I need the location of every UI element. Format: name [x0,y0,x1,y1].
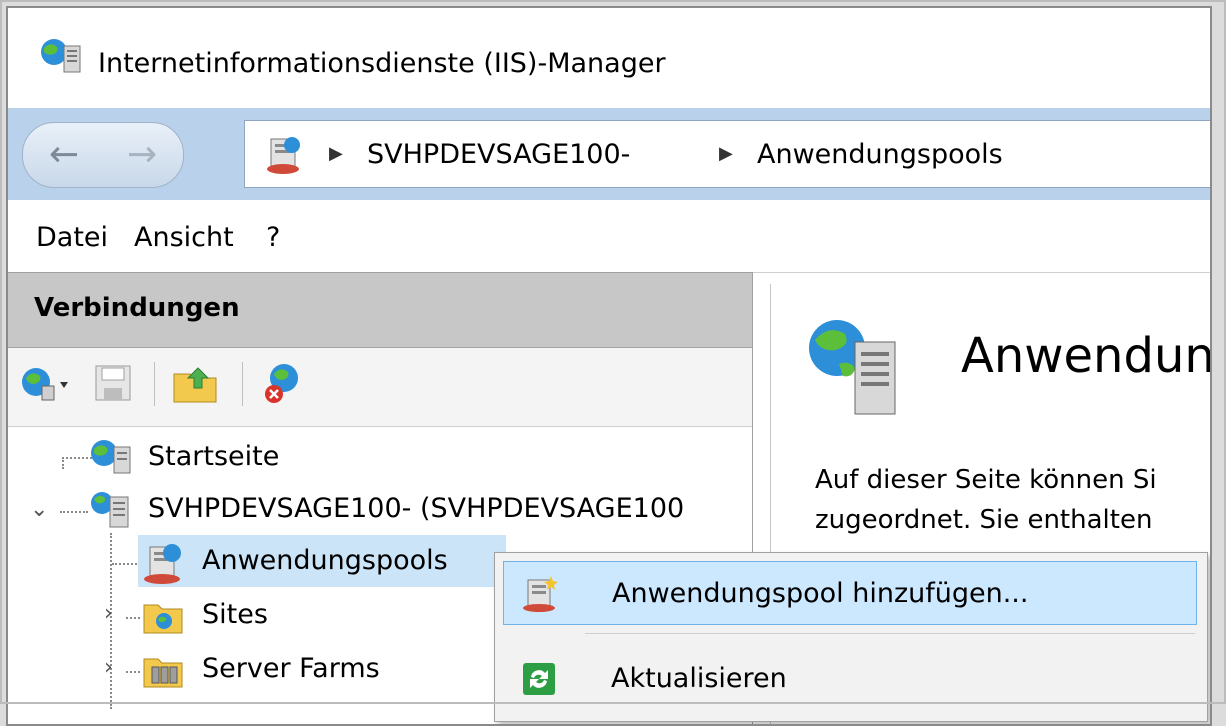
description-line: Auf dieser Seite können Si [815,465,1157,495]
page-title: Anwendun [961,328,1212,384]
menu-bar: Datei Ansicht ? [8,200,1210,273]
address-bar: ← → ▶ SVHPDEVSAGE100- ▶ Anwendungspools [8,108,1210,200]
menu-item-refresh[interactable]: Aktualisieren [503,647,1197,711]
nav-buttons: ← → [22,122,184,188]
connections-title: Verbindungen [34,293,240,323]
refresh-icon [523,663,555,695]
description-line: zugeordnet. Sie enthalten [815,505,1153,535]
breadcrumb-app-pools[interactable]: Anwendungspools [757,139,1003,170]
sites-folder-icon [143,604,183,634]
address-field[interactable]: ▶ SVHPDEVSAGE100- ▶ Anwendungspools [244,120,1210,188]
tree-item-label: Anwendungspools [202,545,448,576]
back-arrow-icon[interactable]: ← [49,135,79,175]
connections-header: Verbindungen [8,273,752,348]
toolbar-divider [242,362,243,406]
server-farms-icon [143,658,183,688]
folder-up-icon[interactable] [168,360,224,406]
tree-guide [60,511,88,513]
tree-item-label: Sites [202,599,268,630]
add-app-pool-icon [523,576,558,612]
tree-item-app-pools[interactable]: Anwendungspools [140,537,506,587]
expand-chevron-icon[interactable]: › [104,601,113,626]
start-page-icon [91,440,131,474]
server-icon [91,492,129,528]
iis-app-icon [41,39,81,73]
menu-item-add-app-pool[interactable]: Anwendungspool hinzufügen... [503,561,1197,625]
tree-guide [126,671,140,673]
tree-guide [62,457,64,469]
save-icon[interactable] [90,360,136,406]
menu-help[interactable]: ? [266,222,280,253]
disconnect-icon[interactable] [258,360,314,406]
tree-guide [112,563,140,565]
tree-item-label: SVHPDEVSAGE100- (SVHPDEVSAGE100 [148,493,685,524]
app-pools-large-icon [809,320,896,415]
tree-item-sites[interactable]: Sites [140,591,440,641]
tree-item-server[interactable]: SVHPDEVSAGE100- (SVHPDEVSAGE100 [88,485,752,535]
tree-item-label: Startseite [148,441,280,472]
iis-manager-window: Internetinformationsdienste (IIS)-Manage… [6,6,1212,726]
tree-item-label: Server Farms [202,653,380,684]
menu-item-label: Aktualisieren [611,663,787,694]
tree-item-startseite[interactable]: Startseite [88,433,488,483]
tree-item-server-farms[interactable]: Server Farms [140,645,440,695]
title-bar: Internetinformationsdienste (IIS)-Manage… [8,8,1210,108]
app-pool-icon [267,137,300,174]
context-menu: Anwendungspool hinzufügen... Aktualisier… [494,552,1208,722]
breadcrumb-separator: ▶ [329,143,343,164]
connect-globe-icon[interactable] [18,360,70,406]
menu-item-label: Anwendungspool hinzufügen... [612,578,1029,609]
breadcrumb-server[interactable]: SVHPDEVSAGE100- [367,139,630,170]
connections-toolbar [8,348,752,427]
expand-chevron-icon[interactable]: › [104,655,113,680]
tree-guide [126,617,140,619]
app-pool-icon [144,544,181,584]
menu-separator [585,633,1195,634]
menu-view[interactable]: Ansicht [134,222,234,253]
menu-file[interactable]: Datei [36,222,108,253]
toolbar-divider [154,362,155,406]
breadcrumb-separator: ▶ [719,143,733,164]
window-title: Internetinformationsdienste (IIS)-Manage… [98,48,666,79]
forward-arrow-icon[interactable]: → [127,135,157,175]
collapse-chevron-icon[interactable]: ⌄ [30,497,48,522]
page-description: Auf dieser Seite können Si zugeordnet. S… [815,460,1157,540]
